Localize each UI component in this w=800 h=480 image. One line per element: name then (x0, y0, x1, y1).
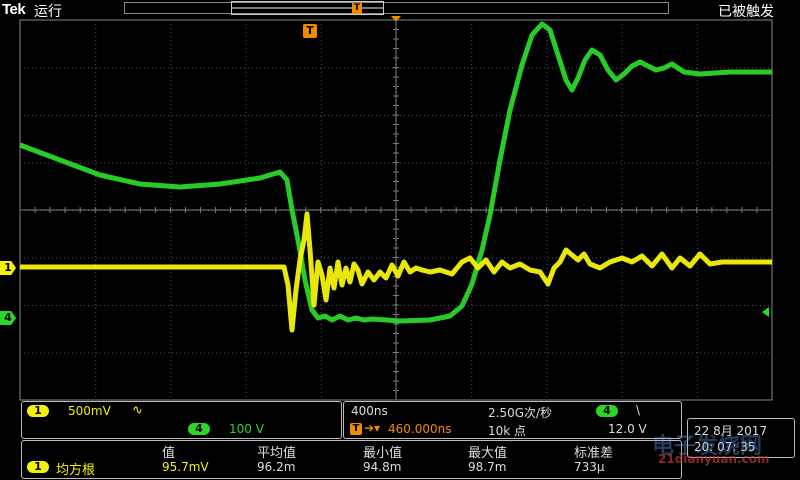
trigger-level-icon[interactable] (762, 307, 769, 317)
record-length: 10k 点 (488, 424, 527, 438)
measurement-channel-badge[interactable]: 1 (27, 461, 49, 473)
value-min: 94.8m (363, 460, 402, 474)
measurement-panel[interactable]: 1 均方根 值 平均值 最小值 最大值 标准差 95.7mV 96.2m 94.… (21, 440, 682, 479)
trigger-slope-icon: \ (636, 403, 641, 417)
value-current: 95.7mV (162, 460, 209, 474)
ch1-badge[interactable]: 1 (27, 405, 49, 417)
watermark-url: 21dianyuan.com (658, 452, 770, 466)
trigger-position: 460.000ns (388, 422, 452, 436)
sample-rate: 2.50G次/秒 (488, 406, 553, 420)
value-max: 98.7m (468, 460, 507, 474)
trigger-source-badge[interactable]: 4 (596, 405, 618, 417)
horizontal-scale: 400ns (351, 404, 388, 418)
graticule-grid (19, 19, 773, 401)
header-mean: 平均值 (257, 446, 297, 461)
ch4-badge[interactable]: 4 (188, 423, 210, 435)
channel-settings-panel[interactable]: 1 500mV ∿ 4 100 V (21, 401, 342, 439)
timebase-panel[interactable]: 400ns 2.50G次/秒 4 \ T ➔▾ 460.000ns 10k 点 … (343, 401, 682, 439)
value-mean: 96.2m (257, 460, 296, 474)
ch1-coupling-icon: ∿ (132, 403, 143, 418)
header-max: 最大值 (468, 446, 508, 461)
trigger-arrow-icon: ➔▾ (364, 421, 381, 435)
header-min: 最小值 (363, 446, 403, 461)
trigger-time-marker[interactable]: T (303, 24, 317, 38)
trigger-position-badge-icon: T (350, 423, 362, 435)
ch4-scale: 100 V (229, 422, 264, 436)
measurement-name: 均方根 (56, 463, 96, 478)
header-value: 值 (162, 446, 176, 461)
value-stddev: 733µ (574, 460, 605, 474)
ch1-scale: 500mV (68, 404, 111, 418)
header-stddev: 标准差 (574, 446, 614, 461)
trigger-level: 12.0 V (608, 422, 647, 436)
